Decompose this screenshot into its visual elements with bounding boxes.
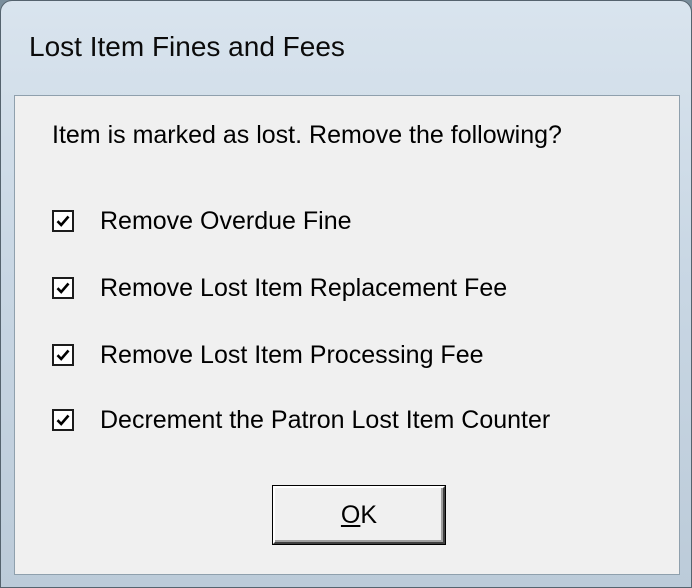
lost-counter-checkbox[interactable] bbox=[52, 409, 74, 431]
checkmark-icon bbox=[56, 349, 70, 361]
title-bar[interactable]: Lost Item Fines and Fees bbox=[1, 1, 691, 95]
checkmark-icon bbox=[56, 414, 70, 426]
option-remove-overdue-fine[interactable]: Remove Overdue Fine bbox=[52, 207, 352, 235]
overdue-fine-checkbox[interactable] bbox=[52, 210, 74, 232]
overdue-fine-label: Remove Overdue Fine bbox=[100, 206, 352, 235]
window-title: Lost Item Fines and Fees bbox=[29, 31, 345, 62]
processing-fee-label: Remove Lost Item Processing Fee bbox=[100, 340, 484, 369]
checkmark-icon bbox=[56, 215, 70, 227]
option-remove-replacement-fee[interactable]: Remove Lost Item Replacement Fee bbox=[52, 274, 507, 302]
dialog-window: Lost Item Fines and Fees Item is marked … bbox=[0, 0, 692, 588]
replacement-fee-label: Remove Lost Item Replacement Fee bbox=[100, 273, 508, 302]
ok-button[interactable]: OK bbox=[272, 485, 446, 545]
option-remove-processing-fee[interactable]: Remove Lost Item Processing Fee bbox=[52, 341, 484, 369]
replacement-fee-checkbox[interactable] bbox=[52, 277, 74, 299]
checkmark-icon bbox=[56, 282, 70, 294]
ok-label-rest: K bbox=[360, 500, 378, 529]
lost-counter-label: Decrement the Patron Lost Item Counter bbox=[100, 405, 551, 434]
prompt-text: Item is marked as lost. Remove the follo… bbox=[52, 121, 562, 149]
option-decrement-lost-counter[interactable]: Decrement the Patron Lost Item Counter bbox=[52, 406, 550, 434]
ok-mnemonic: O bbox=[340, 500, 361, 529]
ok-button-label: OK bbox=[341, 501, 377, 530]
processing-fee-checkbox[interactable] bbox=[52, 344, 74, 366]
dialog-body: Item is marked as lost. Remove the follo… bbox=[14, 95, 680, 575]
